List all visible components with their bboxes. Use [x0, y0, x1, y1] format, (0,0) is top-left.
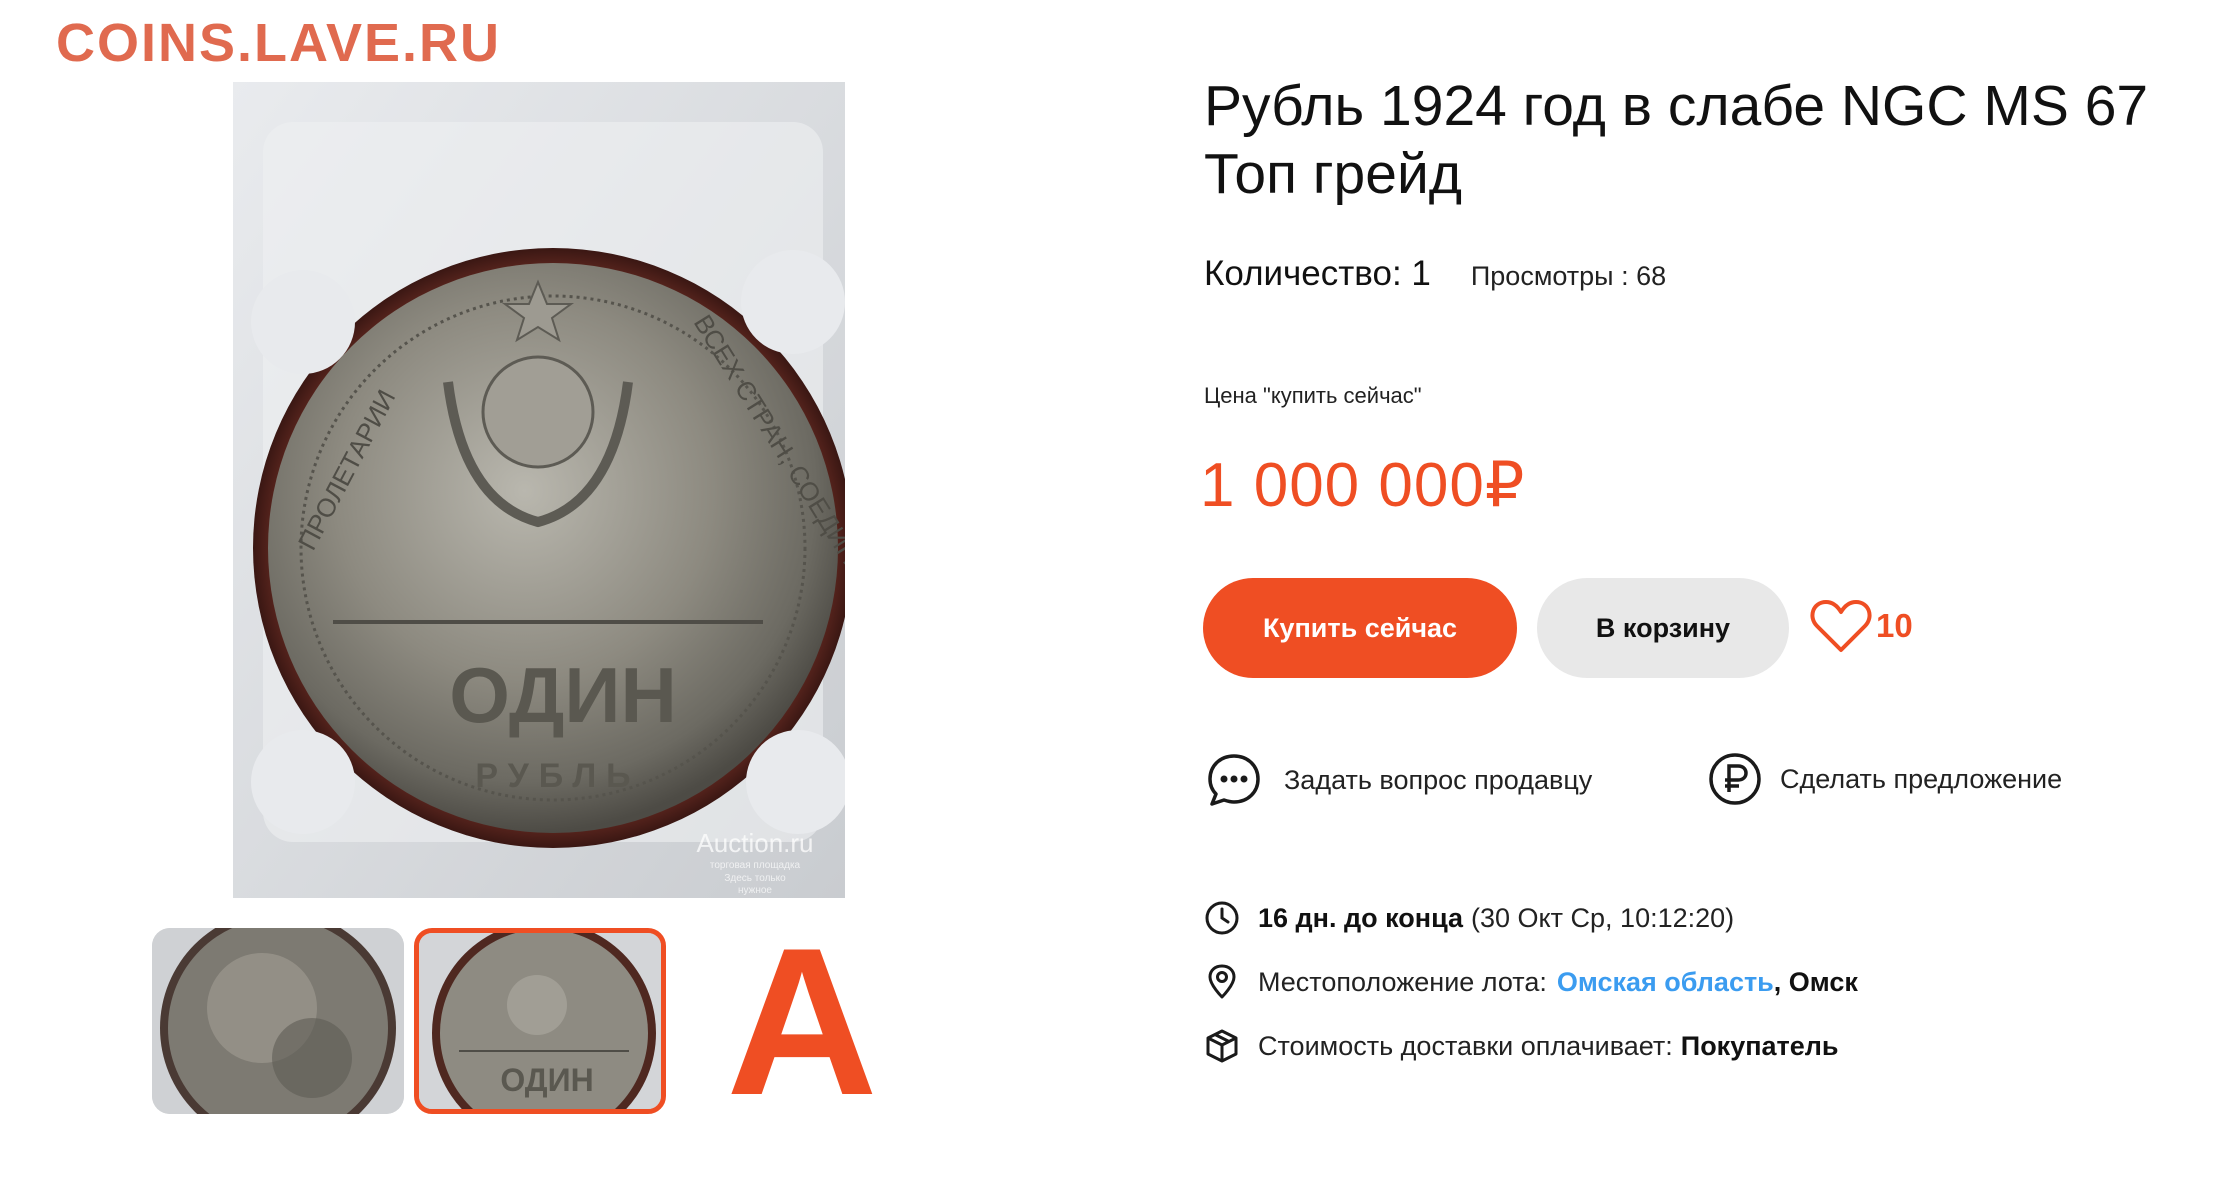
coin-denomination-text: ОДИН — [449, 651, 677, 739]
ask-seller-link[interactable]: Задать вопрос продавцу — [1206, 752, 1592, 808]
lot-quantity: Количество: 1 — [1204, 254, 1431, 293]
shipping-info: Стоимость доставки оплачивает: Покупател… — [1204, 1028, 1839, 1064]
photo-watermark: Auction.ru — [696, 828, 813, 858]
ruble-circle-icon — [1709, 753, 1761, 805]
location-city: , Омск — [1773, 966, 1858, 997]
lot-title: Рубль 1924 год в слабе NGC MS 67 Топ гре… — [1204, 74, 2149, 206]
heart-icon — [1810, 600, 1872, 652]
price-label: Цена "купить сейчас" — [1204, 383, 1422, 408]
coin-unit-text: РУБЛЬ — [475, 757, 640, 795]
main-lot-photo[interactable]: ОДИН РУБЛЬ ПРОЛЕТАРИИ ВСЕХ СТРАН, СОЕДИН… — [233, 82, 845, 898]
lot-meta: Количество: 1 Просмотры : 68 — [1204, 254, 1666, 294]
lot-location-info: Местоположение лота: Омская область , Ом… — [1204, 964, 1858, 1000]
thumbnail-reverse[interactable] — [152, 928, 404, 1114]
add-to-cart-button[interactable]: В корзину — [1537, 578, 1789, 678]
location-region-link[interactable]: Омская область — [1557, 967, 1774, 998]
shipping-payer: Покупатель — [1680, 1030, 1839, 1061]
price-value: 1 000 000₽ — [1200, 451, 1526, 520]
shipping-label: Стоимость доставки оплачивает: — [1258, 1030, 1673, 1061]
photo-watermark-sub2: Здесь только — [724, 873, 786, 884]
package-icon — [1206, 1029, 1238, 1063]
clock-icon — [1205, 901, 1239, 935]
auction-logo-letter: A — [726, 928, 878, 1114]
thumbnail-auction-logo[interactable]: A — [676, 928, 928, 1114]
thumbnail-obverse-selected[interactable]: ОДИН — [414, 928, 666, 1114]
photo-watermark-sub1: торговая площадка — [710, 860, 801, 871]
thumb-coin-text: ОДИН — [500, 1062, 593, 1098]
location-label: Местоположение лота: — [1258, 966, 1547, 997]
lot-views: Просмотры : 68 — [1470, 261, 1667, 291]
favorite-button[interactable]: 10 — [1810, 598, 1913, 654]
chat-bubble-icon — [1208, 754, 1260, 806]
make-offer-link[interactable]: Сделать предложение — [1708, 752, 2062, 806]
favorites-count: 10 — [1876, 607, 1913, 644]
ask-seller-label: Задать вопрос продавцу — [1284, 764, 1593, 795]
location-pin-icon — [1208, 964, 1236, 999]
buy-now-button[interactable]: Купить сейчас — [1203, 578, 1517, 678]
photo-watermark-sub3: нужное — [738, 885, 772, 896]
make-offer-label: Сделать предложение — [1780, 763, 2063, 794]
auction-end-info: 16 дн. до конца (30 Окт Ср, 10:12:20) — [1204, 900, 1734, 936]
end-date: (30 Окт Ср, 10:12:20) — [1471, 902, 1735, 933]
time-left: 16 дн. до конца — [1258, 902, 1464, 933]
site-watermark: COINS.LAVE.RU — [56, 13, 502, 73]
